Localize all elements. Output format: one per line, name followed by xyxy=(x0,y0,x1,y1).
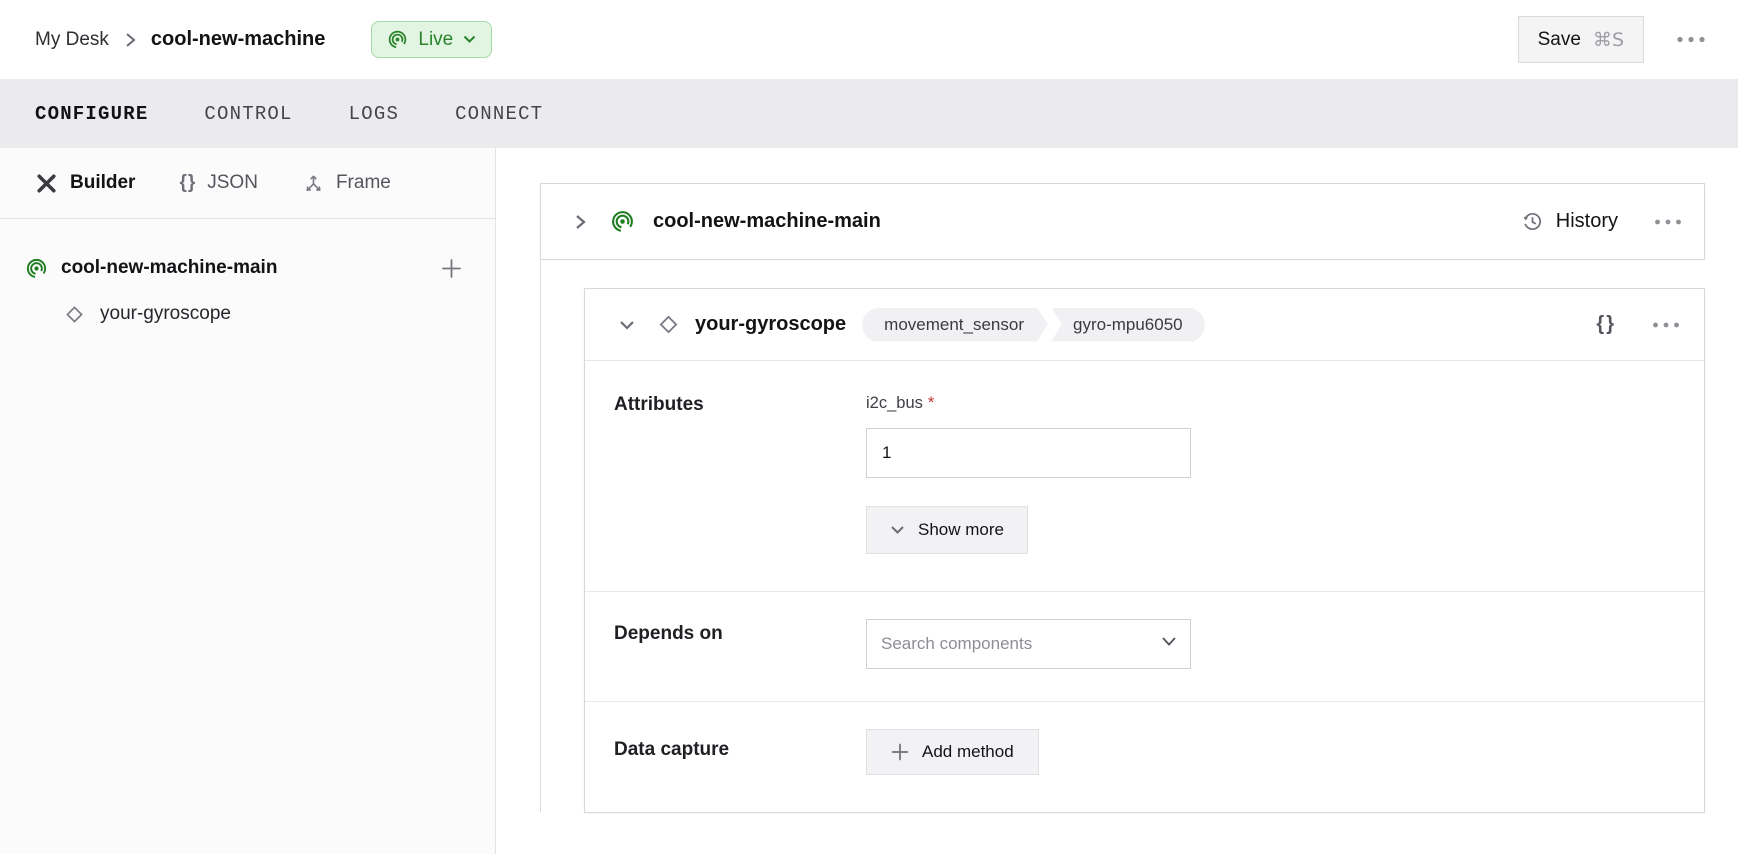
tree-item-machine-main[interactable]: cool-new-machine-main xyxy=(25,245,462,291)
broadcast-icon xyxy=(610,209,635,234)
save-button[interactable]: Save ⌘S xyxy=(1518,16,1644,63)
breadcrumb: My Desk cool-new-machine Live xyxy=(35,21,492,58)
depends-on-select xyxy=(866,619,1191,669)
machine-part-card: cool-new-machine-main History xyxy=(540,183,1705,260)
history-label: History xyxy=(1556,210,1618,233)
broadcast-icon xyxy=(25,257,48,280)
breadcrumb-root-link[interactable]: My Desk xyxy=(35,29,109,51)
live-status-dropdown[interactable]: Live xyxy=(371,21,492,58)
braces-icon: {} xyxy=(179,172,196,194)
show-more-label: Show more xyxy=(918,520,1004,540)
save-button-label: Save xyxy=(1538,29,1581,51)
attributes-section: Attributes i2c_bus * Show more xyxy=(585,361,1704,592)
topbar-actions: Save ⌘S xyxy=(1518,16,1708,63)
tab-frame[interactable]: Frame xyxy=(302,172,391,195)
chevron-down-icon xyxy=(463,35,476,44)
card-menu-icon[interactable] xyxy=(1652,213,1684,231)
tab-builder-label: Builder xyxy=(70,172,135,194)
tree-item-label: cool-new-machine-main xyxy=(61,257,277,279)
tab-frame-label: Frame xyxy=(336,172,391,194)
history-clock-icon xyxy=(1521,210,1544,233)
diamond-icon xyxy=(655,311,682,338)
add-component-icon[interactable] xyxy=(441,258,462,279)
expand-chevron-right-icon[interactable] xyxy=(568,207,592,237)
tree-item-label: your-gyroscope xyxy=(100,303,231,325)
component-title: your-gyroscope xyxy=(695,313,846,336)
depends-on-label: Depends on xyxy=(614,623,866,645)
plus-icon xyxy=(891,743,909,761)
overflow-menu-icon[interactable] xyxy=(1674,30,1708,49)
collapse-chevron-down-icon[interactable] xyxy=(613,314,641,336)
i2c-bus-label: i2c_bus xyxy=(866,394,923,412)
search-components-input[interactable] xyxy=(866,619,1191,669)
axes-frame-icon xyxy=(302,172,325,195)
add-method-label: Add method xyxy=(922,742,1014,762)
chevron-down-icon xyxy=(890,525,905,535)
add-method-button[interactable]: Add method xyxy=(866,729,1039,775)
tab-control[interactable]: CONTROL xyxy=(204,103,292,125)
broadcast-icon xyxy=(387,29,408,50)
field-label-row: i2c_bus * xyxy=(866,394,1191,413)
show-more-button[interactable]: Show more xyxy=(866,506,1028,554)
card-menu-icon[interactable] xyxy=(1650,316,1682,334)
tab-json-label: JSON xyxy=(207,172,258,194)
breadcrumb-chevron-icon xyxy=(123,30,137,50)
edit-json-icon[interactable]: {} xyxy=(1596,313,1616,336)
data-capture-label: Data capture xyxy=(614,739,866,761)
tree-item-gyroscope[interactable]: your-gyroscope xyxy=(25,291,462,337)
required-marker: * xyxy=(928,394,934,412)
tree-connector-line xyxy=(540,260,541,812)
attributes-label: Attributes xyxy=(614,394,866,416)
diamond-icon xyxy=(62,302,87,327)
depends-on-section: Depends on xyxy=(585,592,1704,702)
data-capture-section: Data capture Add method xyxy=(585,702,1704,775)
top-bar: My Desk cool-new-machine Live Save ⌘S xyxy=(0,0,1738,79)
tab-logs[interactable]: LOGS xyxy=(349,103,399,125)
live-badge-label: Live xyxy=(418,29,453,51)
type-tag-label: movement_sensor xyxy=(862,308,1048,342)
crossed-tools-icon xyxy=(34,171,59,196)
attributes-fields: i2c_bus * Show more xyxy=(866,394,1191,554)
component-type-badge: movement_sensor gyro-mpu6050 xyxy=(862,308,1204,342)
model-tag-label: gyro-mpu6050 xyxy=(1051,308,1205,342)
tab-json[interactable]: {} JSON xyxy=(179,172,257,194)
config-sidebar: Builder {} JSON Frame xyxy=(0,148,496,854)
component-tree: cool-new-machine-main your-gyroscope xyxy=(0,219,495,337)
tab-connect[interactable]: CONNECT xyxy=(455,103,543,125)
nav-tab-bar: CONFIGURE CONTROL LOGS CONNECT xyxy=(0,79,1738,148)
component-card: your-gyroscope movement_sensor gyro-mpu6… xyxy=(584,288,1705,813)
save-shortcut: ⌘S xyxy=(1593,29,1624,51)
history-button[interactable]: History xyxy=(1521,210,1618,233)
tab-builder[interactable]: Builder xyxy=(34,171,135,196)
tab-configure[interactable]: CONFIGURE xyxy=(35,103,148,125)
sidebar-mode-tabs: Builder {} JSON Frame xyxy=(0,148,495,219)
machine-part-title: cool-new-machine-main xyxy=(653,210,881,233)
machine-name: cool-new-machine xyxy=(151,28,325,51)
i2c-bus-input[interactable] xyxy=(866,428,1191,478)
component-card-header: your-gyroscope movement_sensor gyro-mpu6… xyxy=(585,289,1704,361)
